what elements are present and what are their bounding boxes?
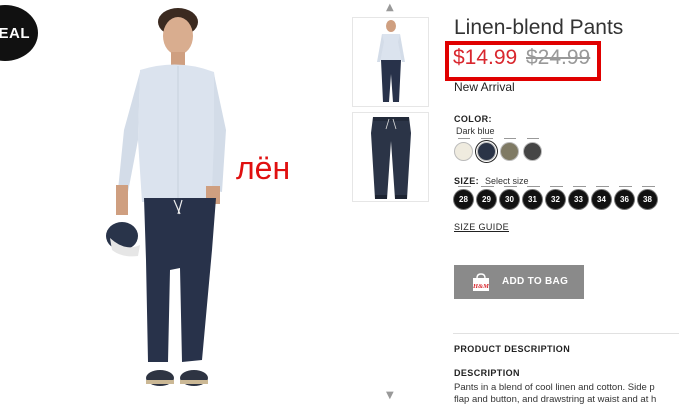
annotation-word: лён [236, 150, 291, 186]
thumb-scroll-up-icon[interactable]: ▲ [386, 2, 394, 13]
original-price: $24.99 [526, 46, 591, 69]
thumb-scroll-down-icon[interactable]: ▼ [386, 390, 394, 401]
current-price: $14.99 [453, 46, 518, 69]
thumbnail-model[interactable] [352, 17, 429, 107]
size-option-29[interactable]: 29 [477, 190, 496, 209]
swatch-dark-gray[interactable] [523, 142, 542, 161]
size-hint: Select size [485, 176, 529, 186]
thumbnail-strip: ▲ ▼ [352, 0, 432, 409]
size-label: SIZE: [454, 176, 480, 186]
product-title: Linen-blend Pants [454, 16, 624, 39]
description-text: Pants in a blend of cool linen and cotto… [454, 382, 679, 406]
shopping-bag-icon: H&M [472, 273, 489, 291]
thumbnail-pants[interactable] [352, 112, 429, 202]
bag-logo-text: H&M [472, 283, 489, 290]
size-option-32[interactable]: 32 [546, 190, 565, 209]
size-option-31[interactable]: 31 [523, 190, 542, 209]
size-option-34[interactable]: 34 [592, 190, 611, 209]
size-option-28[interactable]: 28 [454, 190, 473, 209]
new-arrival-tag: New Arrival [454, 80, 515, 94]
add-to-bag-button[interactable]: H&M ADD TO BAG [454, 265, 584, 299]
size-option-30[interactable]: 30 [500, 190, 519, 209]
size-options: 28 29 30 31 32 33 34 36 38 [454, 186, 659, 209]
size-option-33[interactable]: 33 [569, 190, 588, 209]
thumbnail-model-image [377, 20, 405, 102]
size-option-38[interactable]: 38 [638, 190, 657, 209]
model-illustration [106, 8, 226, 386]
swatch-khaki[interactable] [500, 142, 519, 161]
product-info-panel: Linen-blend Pants $14.99 $24.99 New Arri… [445, 0, 679, 409]
description-line-2: flap and button, and drawstring at waist… [454, 394, 657, 405]
size-guide-link[interactable]: SIZE GUIDE [454, 222, 509, 232]
add-to-bag-label: ADD TO BAG [502, 276, 569, 287]
swatch-beige[interactable] [454, 142, 473, 161]
divider [453, 333, 679, 334]
selected-color-name: Dark blue [456, 126, 495, 136]
description-line-1: Pants in a blend of cool linen and cotto… [454, 382, 655, 393]
swatch-dark-blue[interactable] [477, 142, 496, 161]
deal-badge-label: DEAL [0, 24, 30, 42]
thumbnail-pants-image [371, 117, 411, 199]
main-product-image[interactable]: DEAL лён [0, 0, 345, 409]
color-swatches [454, 138, 542, 161]
product-description-heading[interactable]: PRODUCT DESCRIPTION [454, 344, 570, 354]
description-subheading: DESCRIPTION [454, 368, 520, 378]
size-option-36[interactable]: 36 [615, 190, 634, 209]
color-label: COLOR: [454, 114, 492, 124]
